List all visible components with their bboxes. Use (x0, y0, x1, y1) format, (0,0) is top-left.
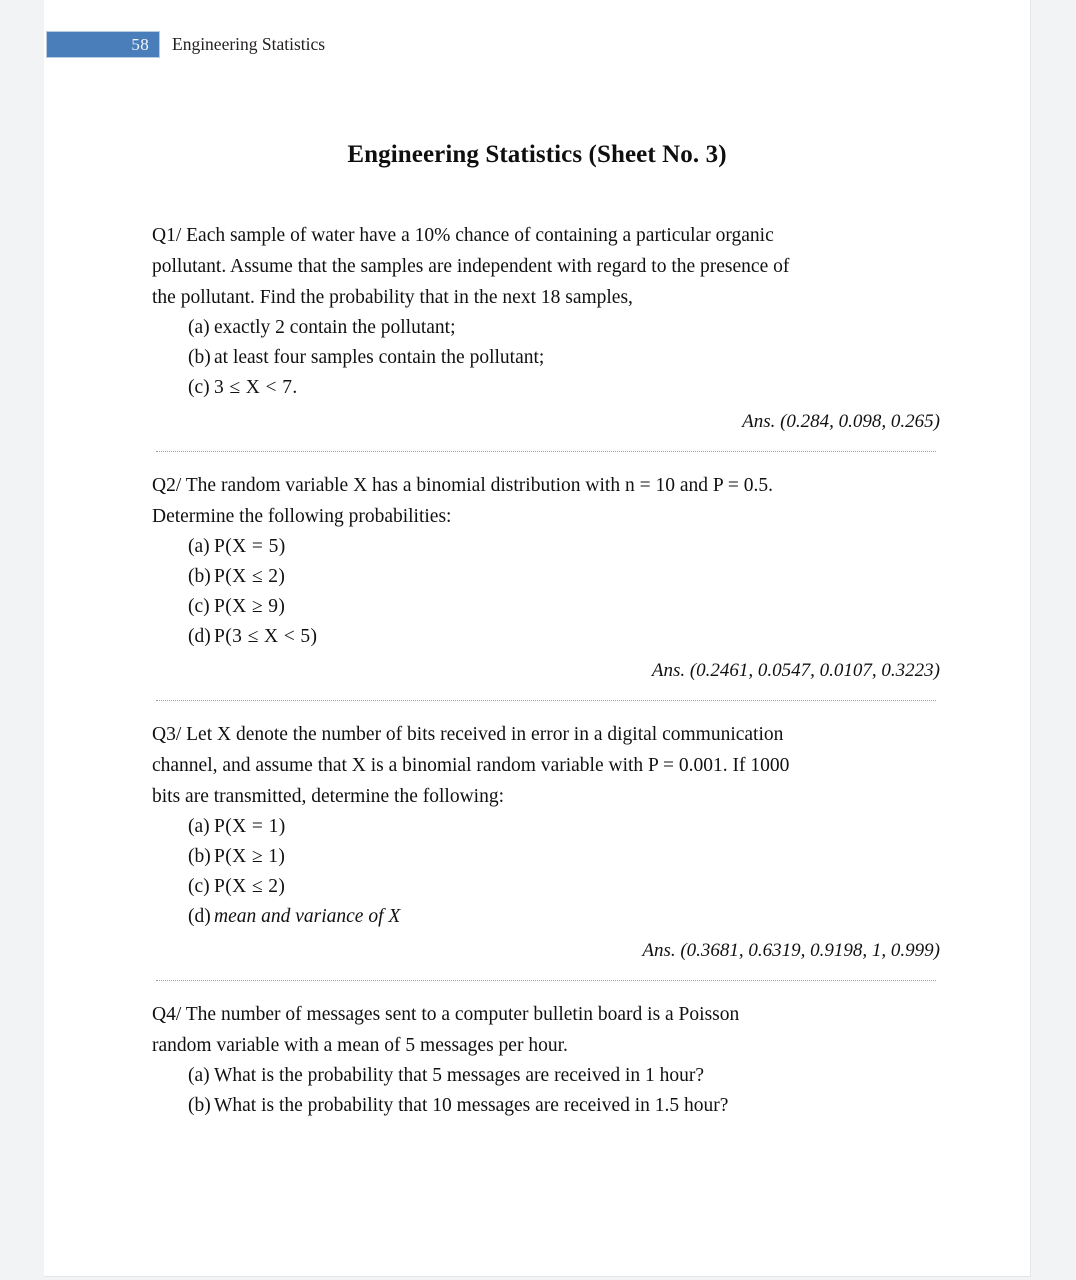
item-label: (b) (188, 846, 211, 867)
item-label: (a) (188, 816, 210, 837)
item-text: P(X = 1) (214, 816, 286, 837)
question-text-line: Q2/ The random variable X has a binomial… (152, 475, 773, 496)
list-item: (a) What is the probability that 5 messag… (152, 1061, 942, 1091)
question-q3: Q3/ Let X denote the number of bits rece… (152, 719, 942, 962)
question-text-line: Q3/ Let X denote the number of bits rece… (152, 724, 784, 745)
header-title: Engineering Statistics (172, 34, 326, 54)
item-text: P(X ≥ 9) (214, 596, 286, 617)
item-label: (d) (188, 626, 211, 647)
page-number: 58 (131, 35, 149, 54)
list-item: (b) at least four samples contain the pol… (152, 343, 942, 373)
item-label: (c) (188, 596, 210, 617)
item-text: at least four samples contain the pollut… (214, 347, 545, 368)
question-text-line: the pollutant. Find the probability that… (152, 287, 633, 308)
answer-line: Ans. (0.2461, 0.0547, 0.0107, 0.3223) (651, 660, 940, 681)
document-page: 58 Engineering Statistics Engineering St… (44, 0, 1031, 1277)
section-divider (156, 980, 936, 981)
answer-line: Ans. (0.3681, 0.6319, 0.9198, 1, 0.999) (642, 940, 940, 961)
list-item: (b) P(X ≤ 2) (152, 562, 942, 592)
question-items: (a) P(X = 1) (b) P(X ≥ 1) (c) P(X ≤ 2) (d) m… (152, 812, 942, 932)
section-divider (156, 700, 936, 701)
question-q4: Q4/ The number of messages sent to a com… (152, 999, 942, 1121)
section-divider (156, 451, 936, 452)
item-text: mean and variance of X (214, 906, 401, 927)
list-item: (c) 3 ≤ X < 7. (152, 373, 942, 403)
question-q2: Q2/ The random variable X has a binomial… (152, 470, 942, 682)
item-text: P(X = 5) (214, 536, 286, 557)
item-text: P(3 ≤ X < 5) (214, 626, 318, 647)
question-text-line: bits are transmitted, determine the foll… (152, 786, 504, 807)
list-item: (c) P(X ≤ 2) (152, 872, 942, 902)
item-text: P(X ≤ 2) (214, 566, 286, 587)
list-item: (b) What is the probability that 10 messa… (152, 1091, 942, 1121)
list-item: (b) P(X ≥ 1) (152, 842, 942, 872)
list-item: (d) mean and variance of X (152, 902, 942, 932)
list-item: (a) P(X = 5) (152, 532, 942, 562)
item-label: (a) (188, 536, 210, 557)
question-q1: Q1/ Each sample of water have a 10% chan… (152, 220, 942, 433)
item-label: (d) (188, 906, 211, 927)
question-text-line: pollutant. Assume that the samples are i… (152, 256, 790, 277)
item-label: (c) (188, 377, 210, 398)
page-number-band: 58 (46, 31, 160, 58)
item-text: What is the probability that 10 messages… (214, 1095, 729, 1116)
item-label: (c) (188, 876, 210, 897)
item-label: (a) (188, 1065, 210, 1086)
item-text: P(X ≤ 2) (214, 876, 286, 897)
questions-container: Q1/ Each sample of water have a 10% chan… (152, 220, 942, 1121)
question-items: (a) What is the probability that 5 messag… (152, 1061, 942, 1121)
question-text-line: random variable with a mean of 5 message… (152, 1035, 568, 1056)
item-label: (b) (188, 347, 211, 368)
item-label: (b) (188, 566, 211, 587)
item-text: 3 ≤ X < 7. (214, 377, 298, 398)
page-title: Engineering Statistics (Sheet No. 3) (347, 141, 727, 168)
list-item: (a) P(X = 1) (152, 812, 942, 842)
question-text-line: Determine the following probabilities: (152, 506, 452, 527)
list-item: (a) exactly 2 contain the pollutant; (152, 313, 942, 343)
running-header: 58 Engineering Statistics (44, 31, 1030, 61)
question-text-line: Q4/ The number of messages sent to a com… (152, 1004, 740, 1025)
item-text: P(X ≥ 1) (214, 846, 286, 867)
question-items: (a) exactly 2 contain the pollutant; (b) a… (152, 313, 942, 403)
question-text-line: Q1/ Each sample of water have a 10% chan… (152, 225, 774, 246)
answer-line: Ans. (0.284, 0.098, 0.265) (742, 411, 940, 432)
list-item: (d) P(3 ≤ X < 5) (152, 622, 942, 652)
item-text: What is the probability that 5 messages … (214, 1065, 705, 1086)
item-label: (b) (188, 1095, 211, 1116)
item-text: exactly 2 contain the pollutant; (214, 317, 456, 338)
question-text-line: channel, and assume that X is a binomial… (152, 755, 790, 776)
question-items: (a) P(X = 5) (b) P(X ≤ 2) (c) P(X ≥ 9) (d) P… (152, 532, 942, 652)
list-item: (c) P(X ≥ 9) (152, 592, 942, 622)
item-label: (a) (188, 317, 210, 338)
